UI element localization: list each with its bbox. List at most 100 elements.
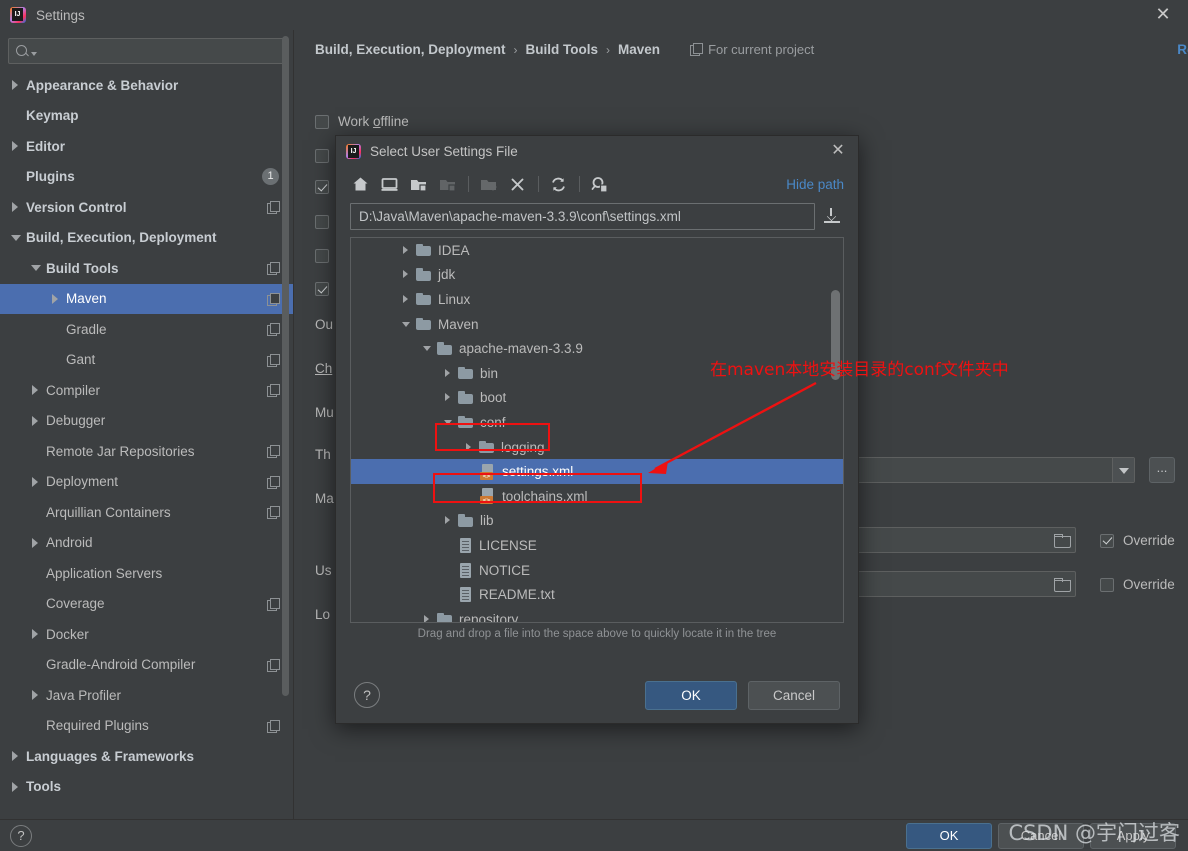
hidden-option-checkbox-3[interactable] xyxy=(315,180,329,194)
chevron-down-icon[interactable] xyxy=(441,415,456,430)
chevron-right-icon[interactable] xyxy=(28,626,44,642)
home-icon[interactable] xyxy=(350,174,371,195)
sidebar-item-editor[interactable]: Editor xyxy=(0,131,293,162)
chevron-down-icon[interactable] xyxy=(28,260,44,276)
chevron-right-icon[interactable] xyxy=(420,612,435,622)
sidebar-item-docker[interactable]: Docker xyxy=(0,619,293,650)
folder-browse-icon[interactable] xyxy=(1054,578,1071,592)
chevron-right-icon[interactable] xyxy=(8,138,24,154)
sidebar-item-deployment[interactable]: Deployment xyxy=(0,467,293,498)
sidebar-item-android[interactable]: Android xyxy=(0,528,293,559)
sidebar-item-gradle-android-compiler[interactable]: Gradle-Android Compiler xyxy=(0,650,293,681)
search-input[interactable] xyxy=(37,43,278,59)
sidebar-item-keymap[interactable]: Keymap xyxy=(0,101,293,132)
settings-help-button[interactable]: ? xyxy=(10,825,32,847)
sidebar-item-plugins[interactable]: Plugins 1 xyxy=(0,162,293,193)
hidden-option-checkbox-4[interactable] xyxy=(315,215,329,229)
chevron-right-icon[interactable] xyxy=(8,779,24,795)
delete-icon[interactable] xyxy=(507,174,528,195)
sidebar-scrollbar-track[interactable] xyxy=(282,32,291,732)
file-tree-row[interactable]: Maven xyxy=(351,312,843,337)
sidebar-item-required-plugins[interactable]: Required Plugins xyxy=(0,711,293,742)
file-tree-row[interactable]: LICENSE xyxy=(351,533,843,558)
file-tree-row[interactable]: bin xyxy=(351,361,843,386)
maven-home-combobox[interactable] xyxy=(850,457,1135,483)
settings-cancel-button[interactable]: Cancel xyxy=(998,823,1084,849)
sidebar-item-arquillian-containers[interactable]: Arquillian Containers xyxy=(0,497,293,528)
dialog-help-button[interactable]: ? xyxy=(354,682,380,708)
file-tree-row[interactable]: jdk xyxy=(351,263,843,288)
chevron-right-icon[interactable] xyxy=(8,199,24,215)
chevron-right-icon[interactable] xyxy=(8,77,24,93)
user-settings-file-field[interactable] xyxy=(850,527,1076,553)
folder-browse-icon[interactable] xyxy=(1054,534,1071,548)
settings-ok-button[interactable]: OK xyxy=(906,823,992,849)
breadcrumb-item-0[interactable]: Build, Execution, Deployment xyxy=(315,42,506,57)
file-tree-row[interactable]: logging xyxy=(351,435,843,460)
chevron-right-icon[interactable] xyxy=(441,366,456,381)
sidebar-item-debugger[interactable]: Debugger xyxy=(0,406,293,437)
file-tree-row[interactable]: apache-maven-3.3.9 xyxy=(351,336,843,361)
search-box[interactable] xyxy=(8,38,285,64)
chevron-right-icon[interactable] xyxy=(441,390,456,405)
dialog-cancel-button[interactable]: Cancel xyxy=(748,681,840,710)
chevron-right-icon[interactable] xyxy=(8,748,24,764)
hidden-option-checkbox-6[interactable] xyxy=(315,282,329,296)
chevron-right-icon[interactable] xyxy=(48,291,64,307)
file-tree-row[interactable]: conf xyxy=(351,410,843,435)
sidebar-item-compiler[interactable]: Compiler xyxy=(0,375,293,406)
chevron-right-icon[interactable] xyxy=(399,243,414,258)
local-repository-override-checkbox[interactable] xyxy=(1100,577,1114,592)
chevron-down-icon[interactable] xyxy=(399,317,414,332)
sidebar-item-application-servers[interactable]: Application Servers xyxy=(0,558,293,589)
settings-apply-button[interactable]: Apply xyxy=(1090,823,1176,849)
use-plugin-registry-checkbox[interactable] xyxy=(315,148,329,163)
chevron-right-icon[interactable] xyxy=(462,440,477,455)
file-tree-scrollbar-thumb[interactable] xyxy=(831,290,840,380)
sidebar-item-java-profiler[interactable]: Java Profiler xyxy=(0,680,293,711)
sidebar-item-gradle[interactable]: Gradle xyxy=(0,314,293,345)
project-folder-icon[interactable] xyxy=(408,174,429,195)
path-input[interactable] xyxy=(350,202,815,230)
file-tree-row[interactable]: lib xyxy=(351,509,843,534)
settings-category-tree[interactable]: Appearance & Behavior Keymap Editor Plugins… xyxy=(0,70,293,805)
dialog-close-icon[interactable]: ✕ xyxy=(828,140,848,160)
user-settings-override-checkbox[interactable] xyxy=(1100,533,1114,548)
local-repository-field[interactable] xyxy=(850,571,1076,597)
local-repository-override-row[interactable]: Override xyxy=(1100,577,1175,592)
reset-link[interactable]: Reset xyxy=(1177,42,1188,57)
sidebar-item-remote-jar-repositories[interactable]: Remote Jar Repositories xyxy=(0,436,293,467)
chevron-right-icon[interactable] xyxy=(28,687,44,703)
show-hidden-files-icon[interactable] xyxy=(589,174,610,195)
chevron-right-icon[interactable] xyxy=(28,382,44,398)
sidebar-item-coverage[interactable]: Coverage xyxy=(0,589,293,620)
sidebar-item-gant[interactable]: Gant xyxy=(0,345,293,376)
file-tree-row[interactable]: README.txt xyxy=(351,582,843,607)
save-to-disk-icon[interactable] xyxy=(822,206,844,226)
file-tree[interactable]: IDEA jdk Linux Maven apache-maven-3.3.9 bin bo… xyxy=(351,238,843,622)
file-tree-row[interactable]: repository xyxy=(351,607,843,622)
desktop-icon[interactable] xyxy=(379,174,400,195)
breadcrumb-item-1[interactable]: Build Tools xyxy=(526,42,599,57)
sidebar-item-maven[interactable]: Maven xyxy=(0,283,293,314)
file-tree-panel[interactable]: IDEA jdk Linux Maven apache-maven-3.3.9 bin bo… xyxy=(350,237,844,623)
refresh-icon[interactable] xyxy=(548,174,569,195)
window-close-icon[interactable]: ✕ xyxy=(1152,4,1174,26)
file-tree-row[interactable]: IDEA xyxy=(351,238,843,263)
file-tree-row[interactable]: boot xyxy=(351,386,843,411)
breadcrumb-item-2[interactable]: Maven xyxy=(618,42,660,57)
user-settings-override-row[interactable]: Override xyxy=(1100,533,1175,548)
chevron-down-icon[interactable] xyxy=(420,341,435,356)
dialog-ok-button[interactable]: OK xyxy=(645,681,737,710)
chevron-down-icon[interactable] xyxy=(8,230,24,246)
file-tree-row[interactable]: <> settings.xml xyxy=(351,459,843,484)
file-tree-row[interactable]: NOTICE xyxy=(351,558,843,583)
chevron-right-icon[interactable] xyxy=(28,535,44,551)
sidebar-item-appearance-behavior[interactable]: Appearance & Behavior xyxy=(0,70,293,101)
sidebar-item-build-tools[interactable]: Build Tools xyxy=(0,253,293,284)
work-offline-checkbox[interactable] xyxy=(315,114,329,129)
chevron-right-icon[interactable] xyxy=(28,413,44,429)
chevron-down-icon[interactable] xyxy=(1112,458,1134,482)
chevron-right-icon[interactable] xyxy=(399,267,414,282)
file-tree-row[interactable]: Linux xyxy=(351,287,843,312)
